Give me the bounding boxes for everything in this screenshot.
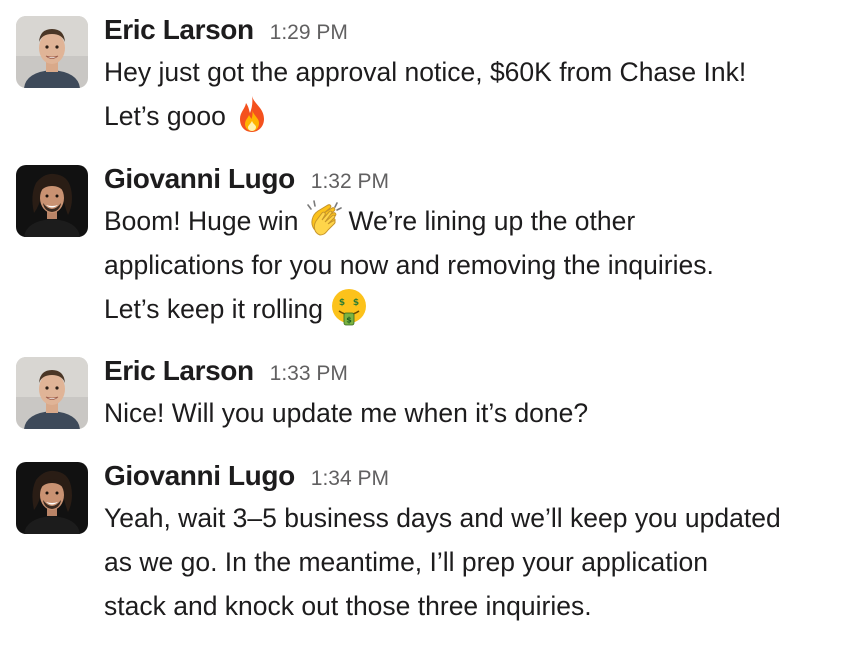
message-text-line: as we go. In the meantime, I’ll prep you… [104,547,708,577]
svg-text:$: $ [346,316,352,325]
message-text-line: Yeah, wait 3–5 business days and we’ll k… [104,503,781,533]
sender-name[interactable]: Eric Larson [104,355,254,387]
message-text-line: Let’s gooo [104,94,854,138]
person-avatar-icon [16,165,88,237]
message-timestamp[interactable]: 1:33 PM [270,362,348,386]
fire-emoji-icon [232,94,272,134]
message-timestamp[interactable]: 1:29 PM [270,21,348,45]
person-avatar-icon [16,357,88,429]
avatar[interactable] [16,462,88,534]
message-text-line: Boom! Huge win We’re lining up the other [104,199,854,243]
svg-text:$: $ [353,298,359,308]
sender-name[interactable]: Giovanni Lugo [104,163,295,195]
avatar[interactable] [16,357,88,429]
clapping-hands-emoji-icon [304,199,344,239]
avatar[interactable] [16,165,88,237]
svg-text:$: $ [339,298,345,308]
sender-name[interactable]: Giovanni Lugo [104,460,295,492]
message-text-line: stack and knock out those three inquirie… [104,591,592,621]
message-timestamp[interactable]: 1:34 PM [311,467,389,491]
message-text-line: Nice! Will you update me when it’s done? [104,398,589,428]
message-text-line: Hey just got the approval notice, $60K f… [104,57,747,87]
person-avatar-icon [16,462,88,534]
person-avatar-icon [16,16,88,88]
sender-name[interactable]: Eric Larson [104,14,254,46]
avatar[interactable] [16,16,88,88]
message-text-line: applications for you now and removing th… [104,250,714,280]
message-text-line: Let’s keep it rolling $ $ $ [104,287,854,331]
money-mouth-face-emoji-icon: $ $ $ [329,287,369,327]
message-timestamp[interactable]: 1:32 PM [311,170,389,194]
